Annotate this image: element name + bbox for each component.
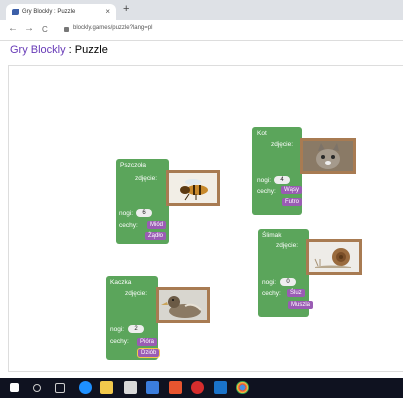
block-name: Kaczka: [110, 279, 132, 286]
block-name: Ślimak: [262, 232, 282, 239]
legs-dropdown[interactable]: 0: [280, 278, 296, 286]
edge-icon[interactable]: [79, 381, 92, 394]
search-icon[interactable]: [33, 384, 41, 392]
traits-label: cechy:: [257, 188, 276, 195]
forward-button[interactable]: →: [24, 23, 34, 34]
block-kaczka[interactable]: Kaczka zdjęcie: nogi: 2 cechy:: [106, 276, 158, 360]
traits-label: cechy:: [119, 222, 138, 229]
traits-label: cechy:: [262, 290, 281, 297]
chrome-icon[interactable]: [236, 381, 249, 394]
page-header: Gry Blockly : Puzzle: [10, 44, 108, 56]
mail-icon[interactable]: [146, 381, 159, 394]
office-icon[interactable]: [169, 381, 182, 394]
bee-photo: [166, 170, 220, 206]
page-title: Puzzle: [74, 44, 108, 56]
legs-label: nogi:: [262, 279, 277, 286]
browser-tab-bar: Gry Blockly : Puzzle × +: [0, 0, 403, 20]
outlook-icon[interactable]: [214, 381, 227, 394]
file-explorer-icon[interactable]: [100, 381, 113, 394]
legs-label: nogi:: [257, 177, 272, 184]
reload-button[interactable]: C: [42, 25, 48, 34]
opera-icon[interactable]: [191, 381, 204, 394]
new-tab-button[interactable]: +: [123, 3, 129, 15]
lock-icon: [64, 27, 69, 32]
blockly-favicon-icon: [12, 9, 19, 15]
trait-block[interactable]: Wąsy: [281, 186, 302, 194]
url-field[interactable]: blockly.games/puzzle?lang=pl: [73, 25, 152, 31]
picture-label: zdjęcie:: [276, 242, 299, 249]
windows-taskbar: [0, 378, 403, 398]
title-separator: :: [65, 44, 75, 56]
trait-block[interactable]: Muszla: [288, 301, 314, 309]
tab-title: Gry Blockly : Puzzle: [22, 9, 76, 15]
task-view-icon[interactable]: [55, 383, 65, 393]
browser-tab[interactable]: Gry Blockly : Puzzle ×: [6, 4, 116, 20]
picture-label: zdjęcie:: [135, 175, 158, 182]
legs-label: nogi:: [110, 326, 125, 333]
back-button[interactable]: ←: [8, 23, 18, 34]
puzzle-workspace[interactable]: [8, 65, 403, 372]
tab-close-icon[interactable]: ×: [105, 4, 110, 20]
cat-photo: [300, 138, 356, 174]
windows-start-icon[interactable]: [10, 383, 19, 392]
trait-block[interactable]: Żądło: [145, 232, 167, 240]
block-name: Pszczoła: [120, 162, 147, 169]
legs-dropdown[interactable]: 4: [274, 176, 290, 184]
trait-block[interactable]: Dziób: [136, 348, 161, 358]
address-bar: ← → C blockly.games/puzzle?lang=pl: [0, 20, 403, 41]
app-home-link[interactable]: Gry Blockly: [10, 44, 66, 56]
traits-label: cechy:: [110, 338, 129, 345]
trait-block[interactable]: Śluz: [287, 289, 305, 297]
snail-photo: [306, 239, 362, 275]
store-icon[interactable]: [124, 381, 137, 394]
trait-block[interactable]: Pióra: [137, 338, 158, 346]
legs-label: nogi:: [119, 210, 134, 217]
picture-label: zdjęcie:: [125, 290, 148, 297]
trait-block[interactable]: Futro: [282, 198, 303, 206]
legs-dropdown[interactable]: 2: [128, 325, 144, 333]
trait-block[interactable]: Miód: [147, 221, 167, 229]
legs-dropdown[interactable]: 6: [136, 209, 152, 217]
block-name: Kot: [257, 130, 267, 137]
picture-label: zdjęcie:: [271, 141, 294, 148]
duck-photo: [156, 287, 210, 323]
